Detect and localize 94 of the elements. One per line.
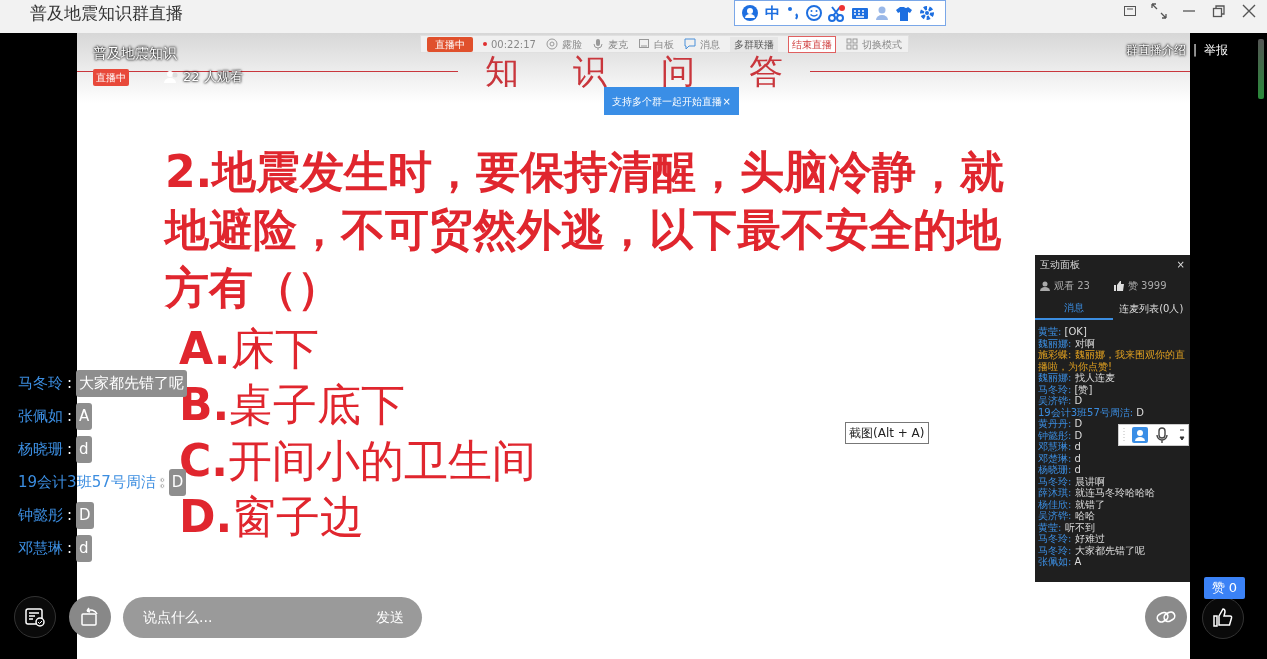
heading-character: 识: [572, 50, 607, 93]
camera-icon: [545, 38, 558, 50]
chat-message: 马冬玲: 大家都先错了呢: [1038, 544, 1145, 556]
toolbar-button[interactable]: 消息: [683, 36, 720, 52]
like-counter: 赞 0: [1203, 577, 1245, 599]
rotate-icon: [79, 606, 101, 628]
heading-character: 知: [484, 49, 519, 93]
chat-message: 杨晓珊: d: [1038, 464, 1081, 476]
toolbar-button[interactable]: 麦克: [591, 36, 628, 52]
intro-link[interactable]: 群直播介绍: [1125, 41, 1186, 59]
chat-message: 薛沐琪: 就连马冬玲哈哈哈: [1038, 487, 1155, 499]
separator-text: :: [67, 439, 73, 460]
window-title: 普及地震知识群直播: [30, 2, 183, 25]
recording-dot: [483, 42, 487, 46]
chat-message: 19会计3班57号周洁: D: [1038, 406, 1145, 418]
chat-message: 吴济铧: D: [1038, 395, 1083, 407]
switch-mode-button[interactable]: 切换模式: [845, 36, 902, 52]
chat-message: 钟懿彤: D: [1038, 429, 1083, 441]
microphone-icon[interactable]: [1154, 426, 1170, 444]
caret-icon[interactable]: [1176, 428, 1188, 442]
ime-mode-toggle[interactable]: 中: [765, 1, 780, 25]
grid-icon: [845, 38, 858, 50]
chat-username: 杨晓珊: [18, 439, 63, 460]
scissors-icon[interactable]: [828, 4, 845, 22]
chat-message: 邓楚琳: d: [1038, 452, 1081, 464]
chat-message: A: [76, 403, 93, 430]
restore-icon[interactable]: [1211, 3, 1227, 19]
chat-username: 马冬玲: [18, 373, 63, 394]
chat-message: 魏丽娜: 找人连麦: [1038, 372, 1115, 384]
chat-message: d: [76, 436, 92, 463]
live-status-badge: 直播中: [427, 36, 473, 52]
chat-message: 魏丽娜: 对啊: [1038, 337, 1095, 349]
user-icon[interactable]: [741, 4, 759, 22]
viewers-icon: [164, 70, 179, 84]
punctuation-icon[interactable]: [786, 5, 800, 21]
panel-title: 互动面板: [1040, 258, 1080, 272]
group-name: 普及地震知识: [93, 44, 177, 63]
chat-message: 杨佳欣: 就错了: [1038, 498, 1105, 510]
separator-text: |: [1192, 42, 1197, 59]
live-badge: 直播中: [93, 69, 129, 86]
board-icon: [637, 38, 650, 50]
chat-message: 黄丹丹: D: [1038, 418, 1083, 430]
toolbar-button[interactable]: 白板: [637, 36, 674, 52]
question-text: 2.地震发生时，要保持清醒，头脑冷静，就地避险，不可贸然外逃，以下最不安全的地方有（）: [165, 145, 1006, 315]
message-icon: [683, 38, 696, 50]
chat-username: 19会计3班57号周洁: [18, 472, 156, 493]
chat-message: 张佩如: A: [1038, 556, 1082, 568]
separator-text: :: [67, 406, 73, 427]
chat-username: 邓慧琳: [18, 538, 63, 559]
close-button[interactable]: ×: [722, 93, 731, 109]
chat-username: 张佩如: [18, 406, 63, 427]
volume-meter: [1258, 39, 1264, 99]
popover-text: 支持多个群一起开始直播: [612, 94, 722, 109]
close-button[interactable]: ×: [1176, 257, 1185, 272]
chat-username: 钟懿彤: [18, 505, 63, 526]
chat-message: D: [76, 502, 94, 529]
timer-text: 00:22:17: [491, 37, 536, 52]
like-count: 赞 3999: [1127, 279, 1167, 293]
viewer-count: 22 人观看: [183, 68, 243, 86]
multi-group-button[interactable]: 多群联播: [729, 36, 778, 52]
panel-tab[interactable]: 连麦列表(0人): [1112, 297, 1190, 320]
chat-message: d: [76, 535, 92, 562]
report-link[interactable]: 举报: [1204, 41, 1228, 59]
shirt-icon[interactable]: [895, 4, 913, 22]
message-input[interactable]: 说点什么... 发送: [123, 597, 422, 638]
separator-text: :: [159, 472, 165, 493]
viewers-icon: [1040, 280, 1050, 291]
chat-message: 马冬玲: 晨讲啊: [1038, 475, 1105, 487]
watch-count: 观看 23: [1054, 279, 1090, 293]
close-icon[interactable]: [1241, 3, 1257, 19]
separator-text: :: [67, 505, 73, 526]
mic-icon: [591, 38, 604, 50]
send-button[interactable]: 发送: [376, 607, 404, 628]
settings-icon[interactable]: [919, 5, 935, 21]
avatar-icon[interactable]: [1132, 427, 1148, 443]
window-icon[interactable]: [1123, 4, 1137, 18]
thumbs-up-icon: [1113, 280, 1124, 291]
like-icon: [1212, 607, 1234, 629]
emoji-icon[interactable]: [806, 5, 822, 21]
chat-message: 马冬玲: 好难过: [1038, 533, 1105, 545]
chat-message: 黄莹: [OK]: [1038, 326, 1087, 338]
panel-tab[interactable]: 消息: [1035, 297, 1113, 320]
separator-text: :: [67, 373, 73, 394]
chat-message: 吴济铧: 哈哈: [1038, 510, 1095, 522]
expand-icon[interactable]: [1151, 3, 1167, 19]
tooltip: 截图(Alt + A): [845, 422, 929, 444]
separator-text: :: [67, 538, 73, 559]
chat-message: 黄莹: 听不到: [1038, 521, 1095, 533]
chat-message: 施彩蝶: 魏丽娜，我来围观你的直播啦，为你点赞!: [1038, 349, 1186, 372]
end-live-button[interactable]: 结束直播: [787, 35, 836, 53]
chat-message: 马冬玲: [赞]: [1038, 383, 1093, 395]
notes-icon: [24, 606, 46, 628]
toolbar-button[interactable]: 露脸: [545, 36, 582, 52]
chat-message: 邓慧琳: d: [1038, 441, 1081, 453]
